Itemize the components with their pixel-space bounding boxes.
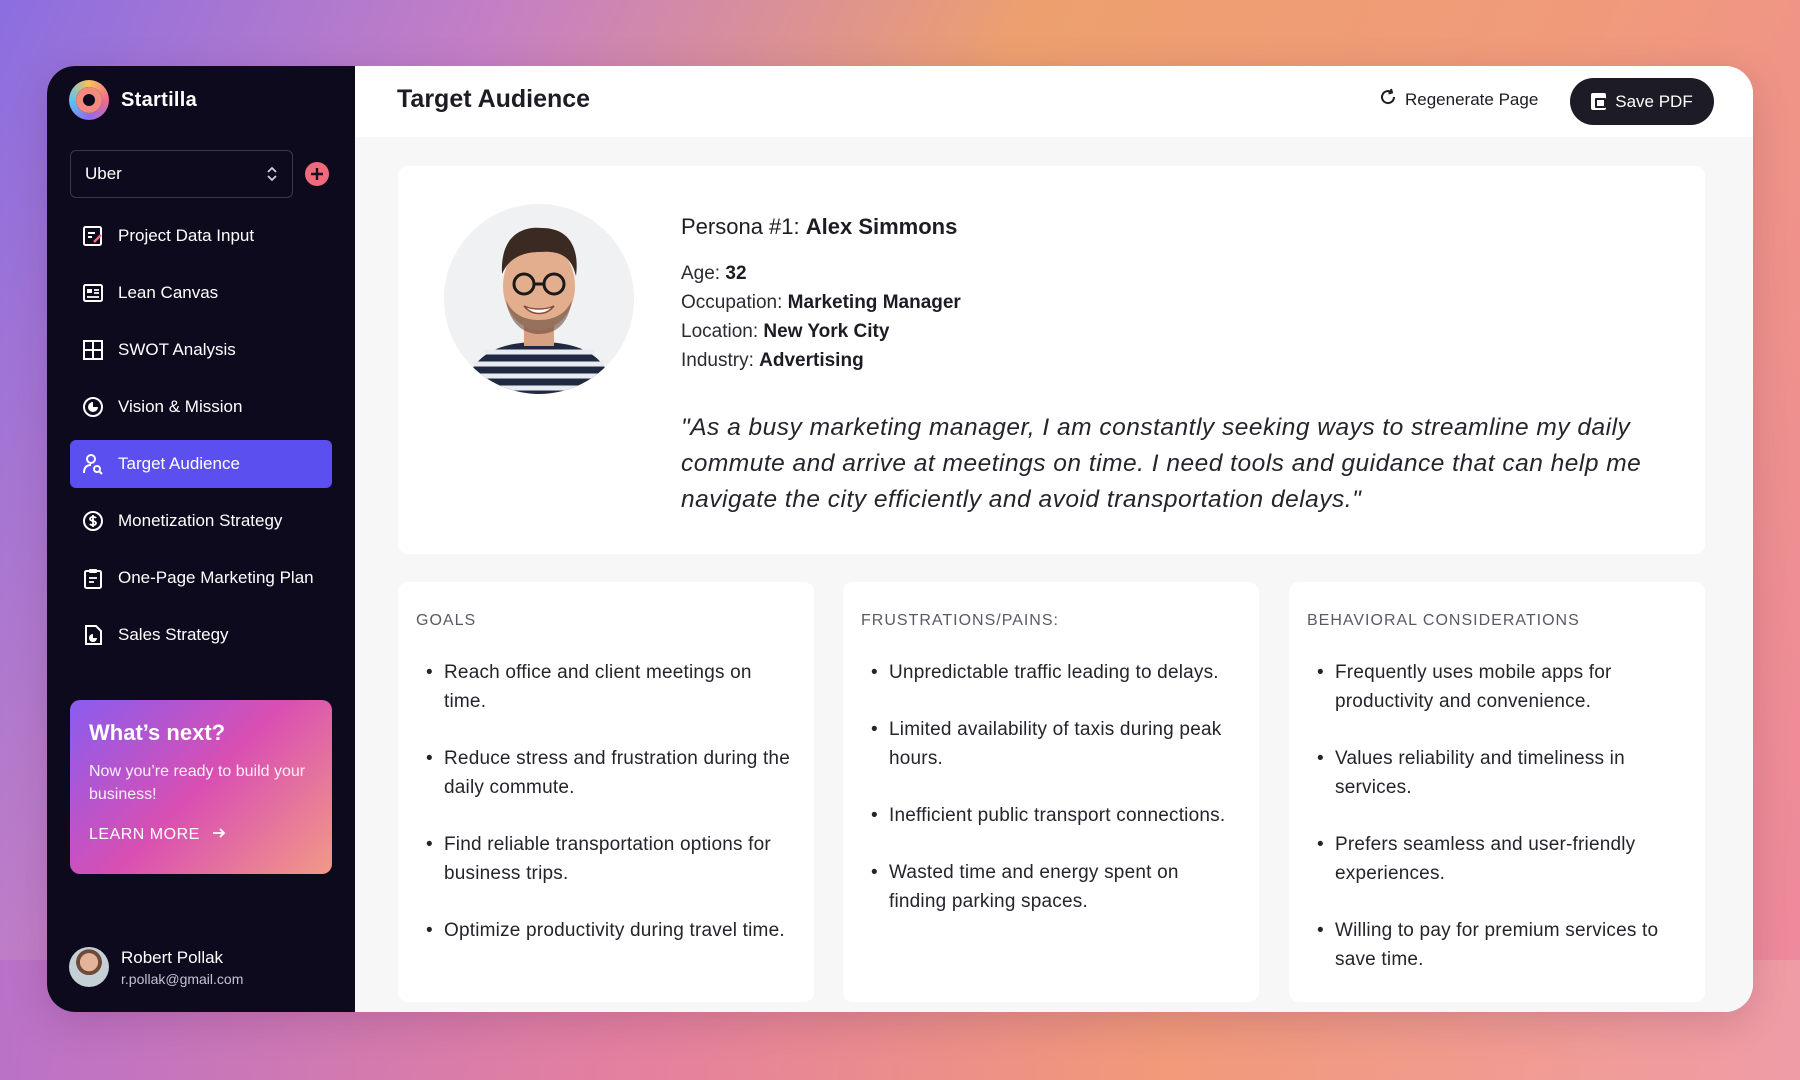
list-item: Limited availability of taxis during pea… [861,715,1241,773]
top-bar: Target Audience Regenerate Page Save PDF [355,66,1753,137]
learn-more-link[interactable]: LEARN MORE [89,826,313,844]
sidebar-item-vision-mission[interactable]: Vision & Mission [70,383,332,431]
target-icon [82,396,104,418]
sidebar-item-target-audience[interactable]: Target Audience [70,440,332,488]
promo-title: What’s next? [89,720,226,745]
frustrations-list: Unpredictable traffic leading to delays.… [861,658,1241,916]
list-item: Unpredictable traffic leading to delays. [861,658,1241,687]
goals-list: Reach office and client meetings on time… [416,658,796,945]
persona-heading: Persona #1: Alex Simmons [681,214,957,240]
user-email: r.pollak@gmail.com [121,970,244,987]
project-select-value: Uber [85,164,122,183]
sidebar-item-lean-canvas[interactable]: Lean Canvas [70,269,332,317]
pdf-icon [1591,93,1607,110]
plus-icon [311,168,323,180]
fact-label: Location: [681,321,764,342]
save-pdf-button[interactable]: Save PDF [1570,78,1714,125]
user-profile[interactable]: Robert Pollak r.pollak@gmail.com [69,947,243,987]
behavioral-title: BEHAVIORAL CONSIDERATIONS [1307,612,1580,629]
regenerate-page-button[interactable]: Regenerate Page [1379,88,1538,111]
fact-value: Advertising [759,350,864,371]
fact-age: Age: 32 [681,259,961,288]
user-info: Robert Pollak r.pollak@gmail.com [121,948,243,987]
sidebar-item-label: Lean Canvas [118,283,219,302]
fact-label: Industry: [681,350,760,371]
list-item: Values reliability and timeliness in ser… [1307,744,1687,802]
persona-quote: "As a busy marketing manager, I am const… [681,414,1642,513]
list-item: Reach office and client meetings on time… [416,658,796,716]
list-item: Find reliable transportation options for… [416,830,796,888]
goals-card: GOALS Reach office and client meetings o… [398,582,814,1002]
main-content: Target Audience Regenerate Page Save PDF [355,66,1753,1012]
brand[interactable]: Startilla [69,80,197,120]
user-search-icon [82,453,104,475]
fact-location: Location: New York City [681,317,961,346]
canvas-icon [82,282,104,304]
frustrations-card: FRUSTRATIONS/PAINS: Unpredictable traffi… [843,582,1259,1002]
frustrations-title: FRUSTRATIONS/PAINS: [861,612,1059,629]
clipboard-icon [82,567,104,589]
sidebar-item-swot-analysis[interactable]: SWOT Analysis [70,326,332,374]
behavioral-card: BEHAVIORAL CONSIDERATIONS Frequently use… [1289,582,1705,1002]
list-item: Inefficient public transport connections… [861,801,1241,830]
persona-prefix: Persona #1: [681,214,806,239]
persona-card: Persona #1: Alex Simmons Age: 32 Occupat… [398,166,1705,554]
sidebar-nav: Project Data Input Lean Canvas SWOT Anal… [70,212,332,668]
sidebar-item-label: Sales Strategy [118,625,229,644]
goals-title: GOALS [416,612,477,629]
user-name: Robert Pollak [121,947,224,967]
arrow-right-icon [212,826,226,844]
fact-value: 32 [725,263,747,284]
edit-form-icon [82,225,104,247]
fact-label: Occupation: [681,292,788,313]
sidebar-item-monetization-strategy[interactable]: Monetization Strategy [70,497,332,545]
save-pdf-label: Save PDF [1615,91,1693,111]
regenerate-label: Regenerate Page [1405,89,1539,109]
promo-text: Now you’re ready to build your business! [89,763,306,803]
persona-facts: Age: 32 Occupation: Marketing Manager Lo… [681,259,961,375]
chevron-updown-icon [266,166,278,182]
sidebar-item-project-data-input[interactable]: Project Data Input [70,212,332,260]
sidebar-item-sales-strategy[interactable]: Sales Strategy [70,611,332,659]
sidebar-item-one-page-marketing-plan[interactable]: One-Page Marketing Plan [70,554,332,602]
add-project-button[interactable] [305,162,329,186]
behavioral-list: Frequently uses mobile apps for producti… [1307,658,1687,974]
list-item: Optimize productivity during travel time… [416,916,796,945]
persona-photo [444,204,634,394]
fact-occupation: Occupation: Marketing Manager [681,288,961,317]
avatar [69,947,109,987]
sidebar-item-label: Monetization Strategy [118,511,283,530]
list-item: Willing to pay for premium services to s… [1307,916,1687,974]
sidebar-item-label: Vision & Mission [118,397,243,416]
fact-label: Age: [681,263,726,284]
fact-value: New York City [763,321,890,342]
list-item: Frequently uses mobile apps for producti… [1307,658,1687,716]
list-item: Reduce stress and frustration during the… [416,744,796,802]
persona-name: Alex Simmons [805,214,958,239]
brand-logo-icon [69,80,109,120]
refresh-icon [1379,88,1397,111]
app-window: Startilla Uber Project Data Input Lean C… [47,66,1753,1012]
chart-doc-icon [82,624,104,646]
sidebar-item-label: Target Audience [118,454,240,473]
whats-next-card: What’s next? Now you’re ready to build y… [70,700,332,874]
sidebar-item-label: Project Data Input [118,226,255,245]
fact-industry: Industry: Advertising [681,346,961,375]
dollar-icon [82,510,104,532]
learn-more-label: LEARN MORE [89,826,200,843]
fact-value: Marketing Manager [787,292,961,313]
project-select[interactable]: Uber [70,150,293,198]
list-item: Wasted time and energy spent on finding … [861,858,1241,916]
sidebar: Startilla Uber Project Data Input Lean C… [47,66,355,1012]
sidebar-item-label: SWOT Analysis [118,340,236,359]
grid-icon [82,339,104,361]
page-title: Target Audience [397,85,591,113]
list-item: Prefers seamless and user-friendly exper… [1307,830,1687,888]
brand-name: Startilla [121,88,198,111]
sidebar-item-label: One-Page Marketing Plan [118,568,314,587]
